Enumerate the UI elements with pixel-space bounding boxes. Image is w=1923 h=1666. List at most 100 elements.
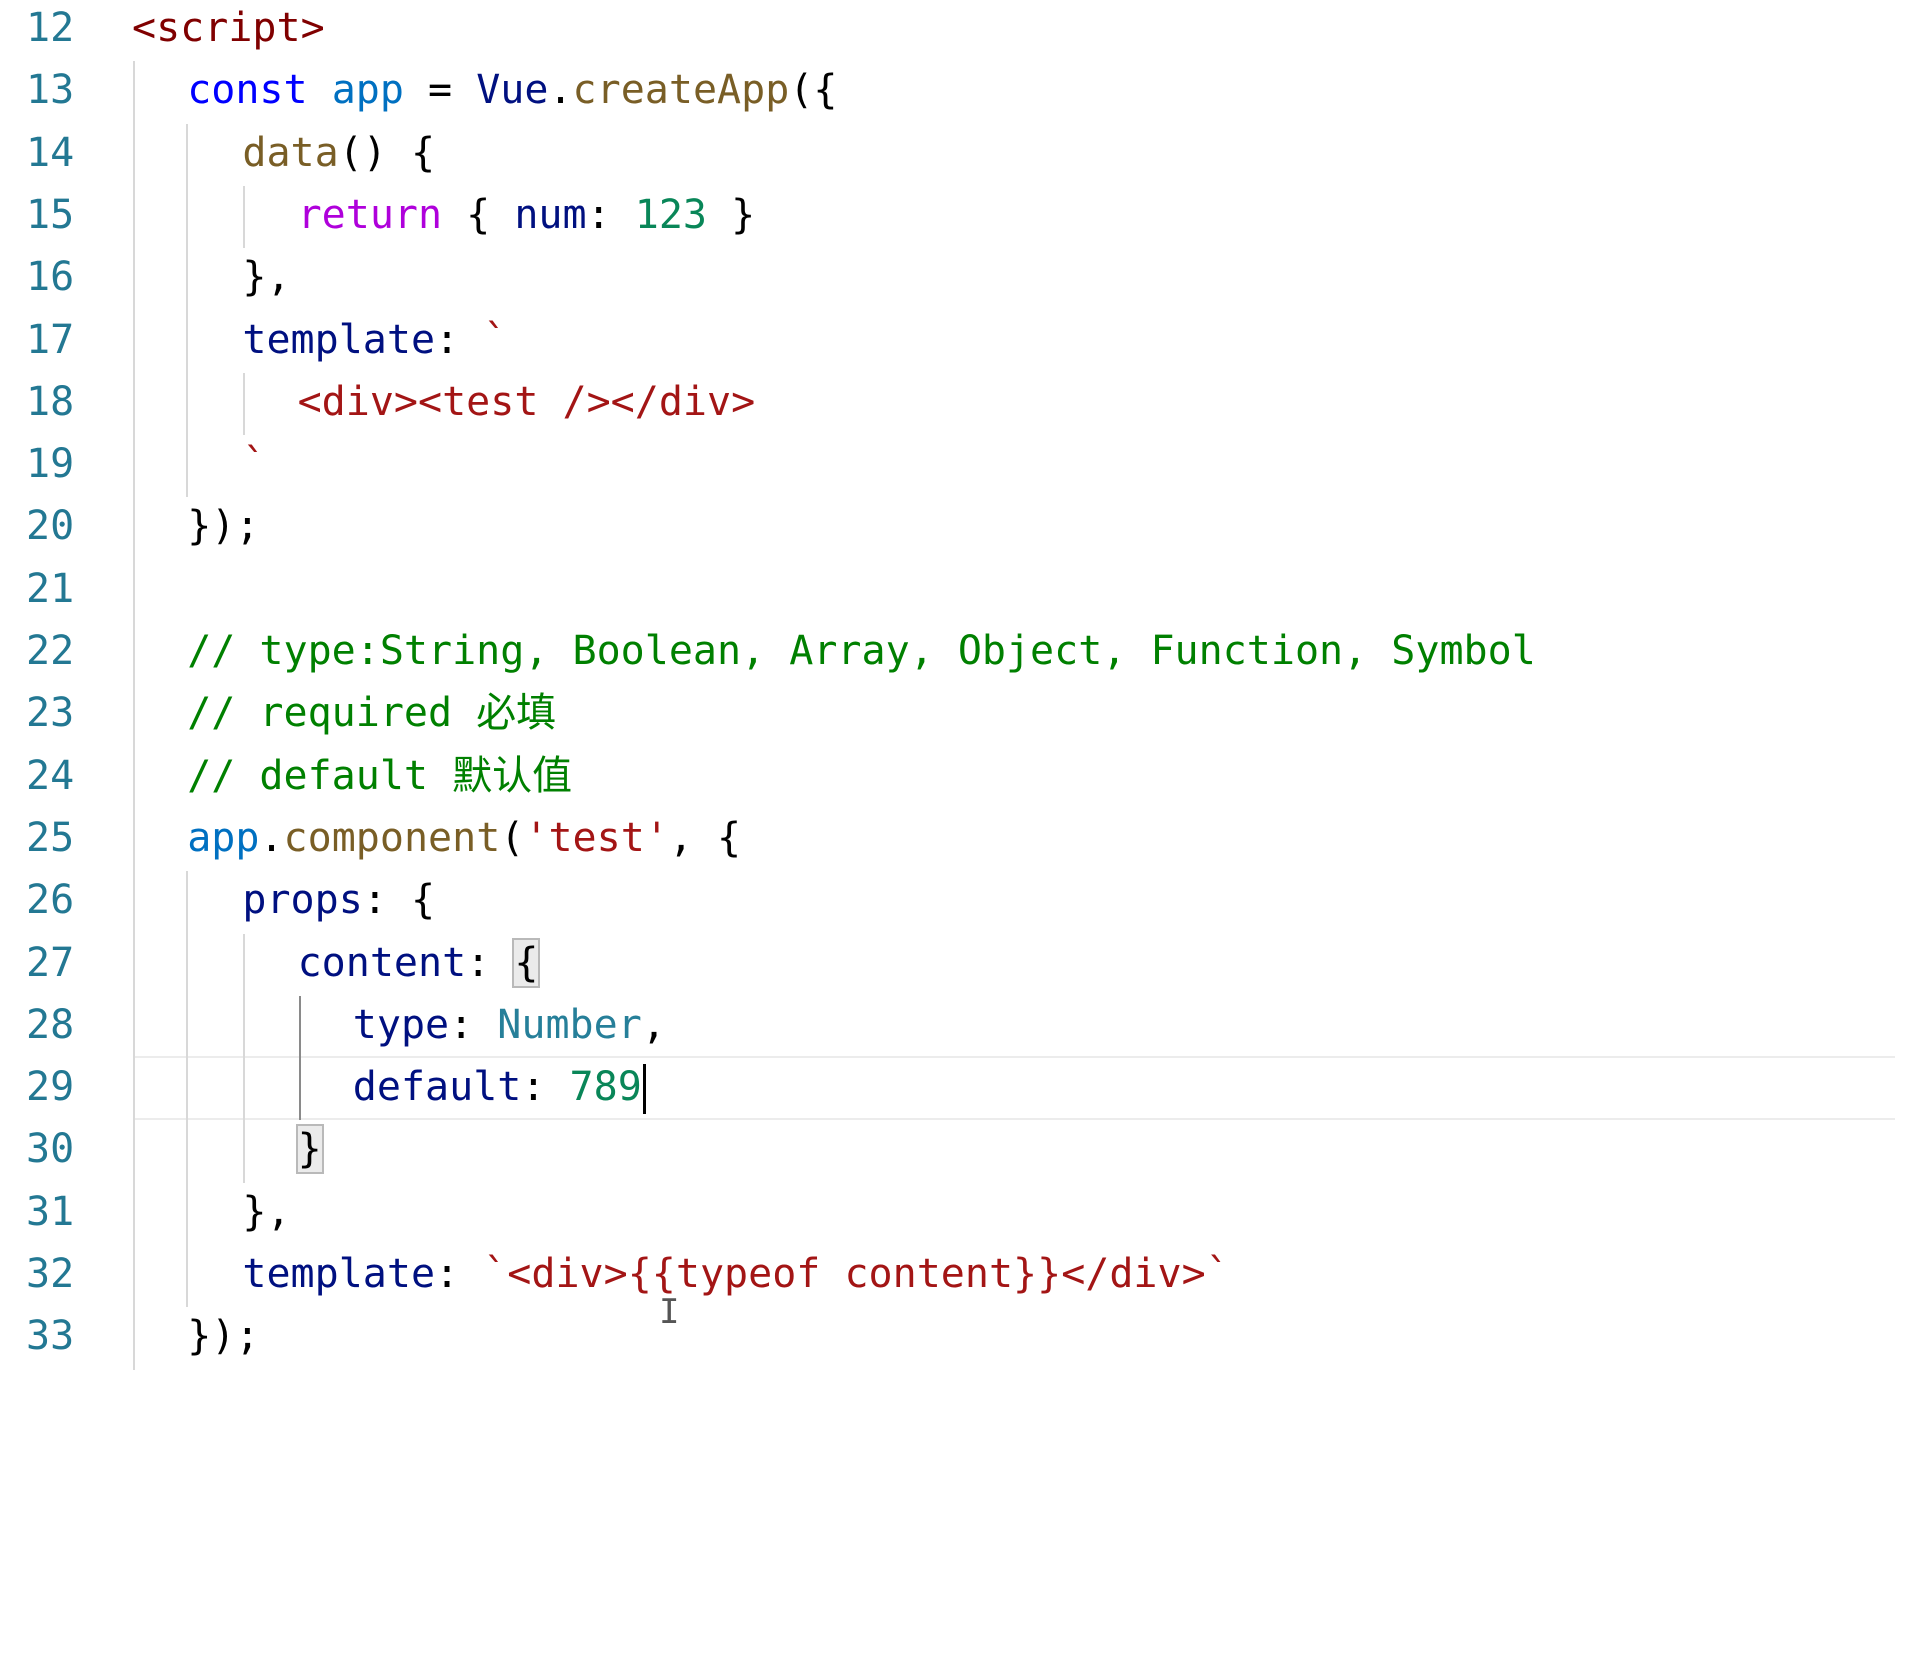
- line-number: 30: [26, 1126, 75, 1173]
- code-token: component: [283, 814, 501, 861]
- code-line[interactable]: `: [242, 433, 266, 495]
- code-token: `<div>{{typeof content}}</div>`: [483, 1251, 1230, 1297]
- code-line[interactable]: return { num: 123 }: [298, 184, 756, 246]
- line-number: 32: [26, 1251, 75, 1297]
- code-line[interactable]: <div><test /></div>: [298, 371, 756, 433]
- code-token: `: [483, 316, 508, 363]
- code-token: }: [707, 191, 756, 238]
- code-line[interactable]: },: [242, 1181, 290, 1243]
- line-number: 29: [26, 1064, 75, 1111]
- line-number: 17: [26, 316, 75, 363]
- line-number: 31: [26, 1188, 75, 1235]
- code-line[interactable]: },: [242, 246, 290, 308]
- line-number: 27: [26, 939, 75, 986]
- indent-guide: [243, 372, 245, 436]
- indent-guide: [243, 185, 245, 249]
- code-line[interactable]: const app = Vue.createApp({: [187, 59, 837, 121]
- code-token: template: [242, 1251, 436, 1297]
- line-number: 25: [26, 814, 75, 861]
- code-token: });: [187, 503, 260, 550]
- code-token: .: [259, 814, 284, 861]
- line-number: 21: [26, 565, 75, 612]
- code-token: ,: [641, 1001, 666, 1048]
- line-number: 22: [26, 628, 75, 674]
- indent-guide: [299, 995, 301, 1121]
- code-line[interactable]: data() {: [242, 122, 435, 184]
- code-token: createApp: [572, 67, 790, 114]
- code-token: =: [403, 67, 477, 114]
- code-token: 'test': [524, 814, 669, 861]
- line-number: 14: [26, 129, 75, 176]
- code-token: data: [242, 129, 339, 176]
- code-line[interactable]: content: {: [298, 932, 541, 994]
- code-token: template: [242, 316, 436, 363]
- line-number: 12: [26, 5, 75, 51]
- code-token: `: [242, 441, 267, 488]
- code-token: },: [242, 254, 291, 301]
- code-token: 123: [634, 191, 708, 238]
- matched-bracket: {: [512, 937, 541, 988]
- code-token: :: [466, 939, 515, 986]
- ibeam-cursor-icon: I: [659, 1292, 680, 1332]
- line-number: 24: [26, 752, 75, 799]
- line-number: 20: [26, 503, 75, 550]
- code-token: // type:String, Boolean, Array, Object, …: [187, 628, 1536, 674]
- code-token: default: [352, 1064, 522, 1111]
- code-token: // required 必填: [187, 690, 557, 737]
- code-token: :: [521, 1064, 570, 1111]
- line-number: 18: [26, 378, 75, 425]
- code-token: <div><test /></div>: [297, 378, 756, 425]
- code-token: :: [435, 316, 484, 363]
- line-number: 19: [26, 441, 75, 488]
- line-number: 28: [26, 1001, 75, 1048]
- code-token: props: [242, 877, 363, 924]
- code-token: {: [442, 191, 515, 238]
- code-token: const: [187, 67, 308, 114]
- code-token: Number: [497, 1001, 642, 1048]
- text-caret: [642, 1064, 646, 1115]
- code-line[interactable]: app.component('test', {: [187, 807, 741, 869]
- code-token: :: [449, 1001, 498, 1048]
- code-editor[interactable]: 12 <script> 13 const app = Vue.createApp({1…: [0, 0, 1923, 1666]
- code-token: // default 默认值: [187, 752, 573, 799]
- code-token: :: [586, 191, 635, 238]
- code-token: , {: [668, 814, 742, 861]
- code-line[interactable]: type: Number,: [353, 994, 666, 1056]
- code-line[interactable]: default: 789: [353, 1056, 646, 1118]
- line-number: 15: [26, 191, 75, 238]
- indent-guide: [186, 871, 188, 1308]
- code-line[interactable]: template: `<div>{{typeof content}}</div>…: [242, 1243, 1229, 1305]
- code-line[interactable]: });: [187, 1305, 259, 1367]
- code-line[interactable]: // default 默认值: [187, 745, 572, 807]
- indent-guide: [133, 61, 135, 1370]
- code-token: app: [187, 814, 260, 861]
- code-line[interactable]: }: [295, 1118, 324, 1180]
- code-token: () {: [338, 129, 436, 176]
- code-line[interactable]: // required 必填: [187, 682, 556, 744]
- line-number: 13: [26, 67, 75, 114]
- code-token: ({: [789, 67, 838, 114]
- code-token: <script>: [132, 5, 325, 51]
- code-line[interactable]: <script>: [132, 0, 325, 59]
- code-line[interactable]: });: [187, 495, 259, 557]
- code-token: },: [242, 1188, 291, 1235]
- code-token: :: [435, 1251, 484, 1297]
- code-token: .: [548, 67, 573, 114]
- line-number: 26: [26, 877, 75, 924]
- code-token: (: [500, 814, 525, 861]
- code-token: type: [352, 1001, 450, 1048]
- code-token: : {: [362, 877, 436, 924]
- indent-guide: [186, 123, 188, 498]
- code-line[interactable]: props: {: [242, 869, 435, 931]
- code-token: app: [331, 67, 404, 114]
- line-number: 33: [26, 1313, 75, 1360]
- code-token: return: [297, 191, 443, 238]
- code-token: 789: [569, 1064, 642, 1111]
- code-token: });: [187, 1313, 260, 1360]
- code-token: num: [514, 191, 587, 238]
- code-line[interactable]: // type:String, Boolean, Array, Object, …: [187, 620, 1536, 682]
- matched-bracket: }: [295, 1124, 324, 1175]
- code-token: Vue: [476, 67, 549, 114]
- code-line[interactable]: template: `: [242, 309, 507, 371]
